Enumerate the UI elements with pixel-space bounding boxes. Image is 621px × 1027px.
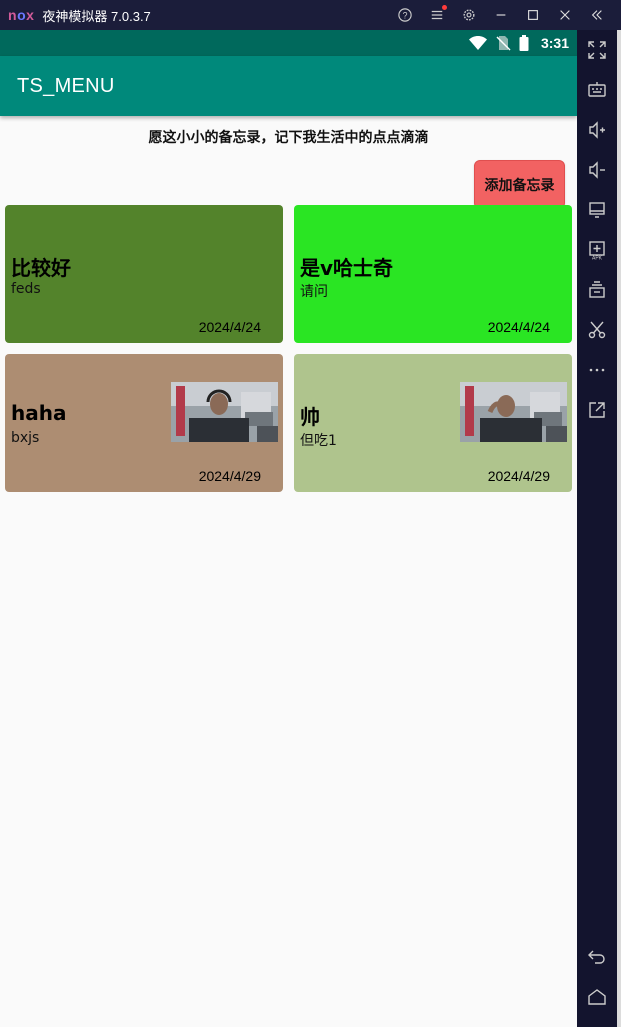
memo-content: bxjs (11, 430, 40, 446)
app-bar: TS_MENU (0, 56, 577, 116)
memo-photo (460, 382, 567, 442)
back-icon[interactable] (577, 937, 617, 977)
memo-photo (171, 382, 278, 442)
memo-date: 2024/4/24 (198, 319, 261, 335)
collapse-icon[interactable] (581, 0, 613, 30)
status-time: 3:31 (540, 35, 569, 51)
memo-card[interactable]: 是v哈士奇 请问 2024/4/24 (294, 205, 572, 343)
minimize-icon[interactable] (485, 0, 517, 30)
open-external-icon[interactable] (577, 390, 617, 430)
volume-down-icon[interactable] (577, 150, 617, 190)
memo-title: 是v哈士奇 (300, 256, 394, 280)
emulator-sidebar: APK (577, 30, 617, 1027)
help-icon[interactable]: ? (389, 0, 421, 30)
app-title: TS_MENU (17, 74, 115, 97)
memo-content: 但吃1 (300, 433, 337, 449)
fullscreen-icon[interactable] (577, 30, 617, 70)
emulator-title-bar: nox 夜神模拟器 7.0.3.7 ? (0, 0, 621, 30)
apk-install-icon[interactable]: APK (577, 230, 617, 270)
status-bar: 3:31 (0, 30, 577, 56)
motto-text: 愿这小小的备忘录，记下我生活中的点点滴滴 (148, 130, 429, 146)
screen-icon[interactable] (577, 190, 617, 230)
keyboard-icon[interactable] (577, 70, 617, 110)
nox-logo: nox (8, 7, 35, 23)
battery-icon (519, 35, 529, 51)
memo-title: 帅 (300, 405, 320, 429)
memo-title: haha (11, 401, 67, 425)
memo-content: 请问 (300, 284, 328, 300)
volume-up-icon[interactable] (577, 110, 617, 150)
svg-text:APK: APK (592, 256, 603, 261)
no-sim-icon (496, 36, 511, 51)
memo-grid: 比较好 feds 2024/4/24 是v哈士奇 请问 2024/4/24 ha… (5, 205, 572, 492)
window-title: 夜神模拟器 7.0.3.7 (42, 8, 151, 24)
menu-icon[interactable] (421, 0, 453, 30)
settings-icon[interactable] (453, 0, 485, 30)
more-icon[interactable] (577, 350, 617, 390)
memo-date: 2024/4/24 (487, 319, 550, 335)
memo-date: 2024/4/29 (198, 468, 261, 484)
add-memo-button[interactable]: 添加备忘录 (474, 160, 565, 209)
memo-date: 2024/4/29 (487, 468, 550, 484)
memo-card[interactable]: 比较好 feds 2024/4/24 (5, 205, 283, 343)
scissors-icon[interactable] (577, 310, 617, 350)
close-icon[interactable] (549, 0, 581, 30)
maximize-icon[interactable] (517, 0, 549, 30)
memo-title: 比较好 (11, 256, 71, 280)
multi-instance-icon[interactable] (577, 270, 617, 310)
notification-dot (442, 5, 447, 10)
home-icon[interactable] (577, 977, 617, 1017)
memo-card[interactable]: haha bxjs 2024/4/29 (5, 354, 283, 492)
android-screen: 3:31 TS_MENU 愿这小小的备忘录，记下我生活中的点点滴滴 添加备忘录 (0, 30, 577, 1027)
background-window-edge (617, 30, 621, 1027)
wifi-icon (468, 36, 487, 50)
memo-content: feds (11, 281, 41, 297)
svg-text:?: ? (403, 11, 408, 21)
memo-card[interactable]: 帅 但吃1 2024/4/29 (294, 354, 572, 492)
